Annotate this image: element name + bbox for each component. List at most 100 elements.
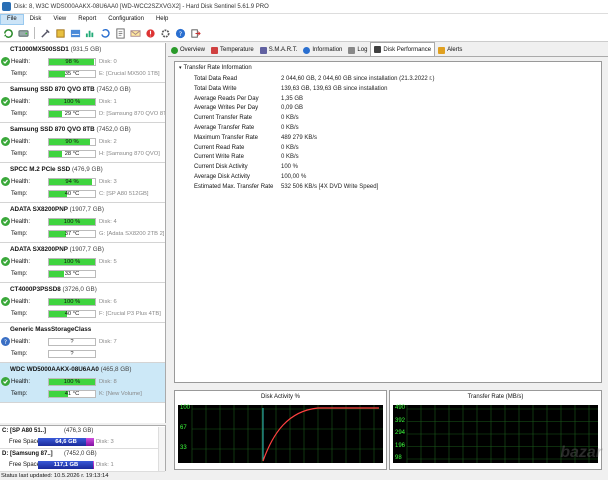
tools-icon[interactable] <box>39 27 52 40</box>
volume-disk: Disk: 1 <box>96 462 114 468</box>
svg-text:?: ? <box>179 29 182 37</box>
ok-status-icon <box>1 297 10 306</box>
disk-item[interactable]: SPCC M.2 PCIe SSD (476,9 GB) Health: 94 % D… <box>0 163 165 203</box>
disk-item[interactable]: Samsung SSD 870 QVO 8TB (7452,0 GB) Healt… <box>0 83 165 123</box>
transfer-key: Current Write Rate <box>194 154 244 161</box>
tab-temperature[interactable]: Temperature <box>208 44 257 56</box>
disk-refresh-icon[interactable] <box>17 27 30 40</box>
health-bar: 100 % <box>48 218 96 226</box>
volume-scrollbar[interactable] <box>158 427 165 471</box>
volume-item[interactable]: C: [SP A80 51..] (476,3 GB) Free Space 64,6… <box>0 426 165 449</box>
health-row: Health: 98 % Disk: 0 <box>10 58 160 67</box>
health-label: Health: <box>11 99 31 105</box>
y-tick-label: 490 <box>395 405 406 411</box>
check-icon <box>171 46 178 54</box>
disk-item[interactable]: CT4000P3PSSD8 (3726,0 GB) Health: 100 % Dis… <box>0 283 165 323</box>
benchmark-icon[interactable] <box>84 27 97 40</box>
health-row: Health: 100 % Disk: 4 <box>10 218 160 227</box>
disk-item[interactable]: WDC WD5000AAKX-08U6AA0 (465,8 GB) Health:… <box>0 363 165 403</box>
disk-number: Disk: 4 <box>99 219 117 225</box>
transfer-row: Total Data Write 139,63 GB, 139,63 GB sin… <box>194 86 387 92</box>
disk-item[interactable]: CT1000MX500SSD1 (931,5 GB) Health: 98 % Dis… <box>0 43 165 83</box>
menu-disk[interactable]: Disk <box>24 14 48 25</box>
graph-canvas <box>191 405 383 463</box>
menu-help[interactable]: Help <box>150 14 174 25</box>
health-row: Health: 100 % Disk: 5 <box>10 258 160 267</box>
temp-value: 33 °C <box>64 271 80 277</box>
transfer-key: Total Data Write <box>194 85 237 92</box>
disk-name: ADATA SX8200PNP (1907,7 GB) <box>10 246 104 253</box>
volume-item[interactable]: D: [Samsung 87..] (7452,0 GB) Free Space 11… <box>0 449 165 472</box>
disk-item[interactable]: ADATA SX8200PNP (1907,7 GB) Health: 100 % D… <box>0 243 165 283</box>
menu-bar: File Disk View Report Configuration Help <box>0 14 608 25</box>
transfer-row: Average Transfer Rate 0 KB/s <box>194 125 299 131</box>
menu-file[interactable]: File <box>0 14 24 25</box>
transfer-rate-header[interactable]: ▾ Transfer Rate Information <box>179 65 252 71</box>
report-icon[interactable] <box>114 27 127 40</box>
transfer-key: Total Data Read <box>194 76 238 82</box>
disk-item[interactable]: ? Generic MassStorageClass Health:? Disk: … <box>0 323 165 363</box>
tab-label: Alerts <box>447 47 463 53</box>
tab-label: Overview <box>180 47 206 53</box>
temp-label: Temp: <box>11 191 28 197</box>
tab-overview[interactable]: Overview <box>168 44 208 56</box>
app-icon <box>2 2 11 11</box>
menu-view[interactable]: View <box>47 14 72 25</box>
tab-s-m-a-r-t[interactable]: S.M.A.R.T. <box>257 44 301 56</box>
disk-item[interactable]: ADATA SX8200PNP (1907,7 GB) Health: 100 % D… <box>0 203 165 243</box>
health-value: 100 % <box>63 379 81 385</box>
ok-status-icon <box>1 217 10 226</box>
disk-name: Samsung SSD 870 QVO 8TB (7452,0 GB) <box>10 86 131 93</box>
disk-item[interactable]: Samsung SSD 870 QVO 8TB (7452,0 GB) Healt… <box>0 123 165 163</box>
health-value: ? <box>70 339 74 345</box>
exit-icon[interactable] <box>189 27 202 40</box>
temp-value: 28 °C <box>64 151 80 157</box>
volume-label: C: [SP A80 512GB] <box>99 191 149 197</box>
temp-row: Temp: 40 °C F: [Crucial P3 Plus 4TB] <box>10 310 161 319</box>
menu-configuration[interactable]: Configuration <box>102 14 150 25</box>
temp-row: Temp: 40 °C C: [SP A80 512GB] <box>10 190 160 199</box>
transfer-value: 489 279 KB/s <box>281 134 318 141</box>
volume-label: H: [Samsung 870 QVO] <box>99 151 160 157</box>
transfer-rate-graph-title: Transfer Rate (MB/s) <box>467 394 524 400</box>
refresh-all-icon[interactable] <box>99 27 112 40</box>
y-tick-label: 392 <box>395 417 406 424</box>
disk-name: Samsung SSD 870 QVO 8TB (7452,0 GB) <box>10 126 131 133</box>
disk-activity-graph: 100 67 33 <box>178 405 383 463</box>
unknown-status-icon: ? <box>1 337 10 346</box>
health-value: 100 % <box>63 299 81 305</box>
refresh-icon[interactable] <box>2 27 15 40</box>
tab-label: Temperature <box>220 47 254 53</box>
disk-activity-graph-panel: Disk Activity % 100 67 33 <box>174 390 387 470</box>
temp-row: Temp: 35 °C E: [Crucial MX500 1TB] <box>10 70 160 79</box>
volume-name: D: [Samsung 87..] <box>2 451 53 457</box>
test-icon[interactable] <box>54 27 67 40</box>
tab-label: Log <box>357 47 368 53</box>
tab-alerts[interactable]: Alerts <box>435 44 465 56</box>
temp-label: Temp: <box>11 391 28 397</box>
surface-test-icon[interactable] <box>69 27 82 40</box>
menu-report[interactable]: Report <box>72 14 102 25</box>
activity-line <box>262 407 379 462</box>
tab-disk-performance[interactable]: Disk Performance <box>370 42 436 56</box>
tab-information[interactable]: Information <box>300 44 345 56</box>
health-label: Health: <box>11 339 31 345</box>
ok-status-icon <box>1 57 10 66</box>
transfer-value: 100,00 % <box>281 174 307 180</box>
transfer-row: Average Writes Per Day 0,09 GB <box>194 105 303 111</box>
health-label: Health: <box>11 179 31 185</box>
help-icon[interactable]: ? <box>174 27 187 40</box>
collapse-icon[interactable]: ▾ <box>179 65 182 71</box>
configuration-icon[interactable] <box>159 27 172 40</box>
ok-status-icon <box>1 257 10 266</box>
free-space-bar: 117,1 GB <box>38 461 94 469</box>
toolbar-separator <box>34 27 35 39</box>
alerts-icon[interactable] <box>144 27 157 40</box>
y-tick-label: 67 <box>180 425 187 431</box>
health-bar: 100 % <box>48 98 96 106</box>
send-report-icon[interactable] <box>129 27 142 40</box>
tab-log[interactable]: Log <box>345 44 370 56</box>
graphs: Disk Activity % 100 67 33 Transfer Rate (M… <box>174 390 602 470</box>
transfer-key: Maximum Transfer Rate <box>194 134 259 141</box>
temp-label: Temp: <box>11 311 28 317</box>
